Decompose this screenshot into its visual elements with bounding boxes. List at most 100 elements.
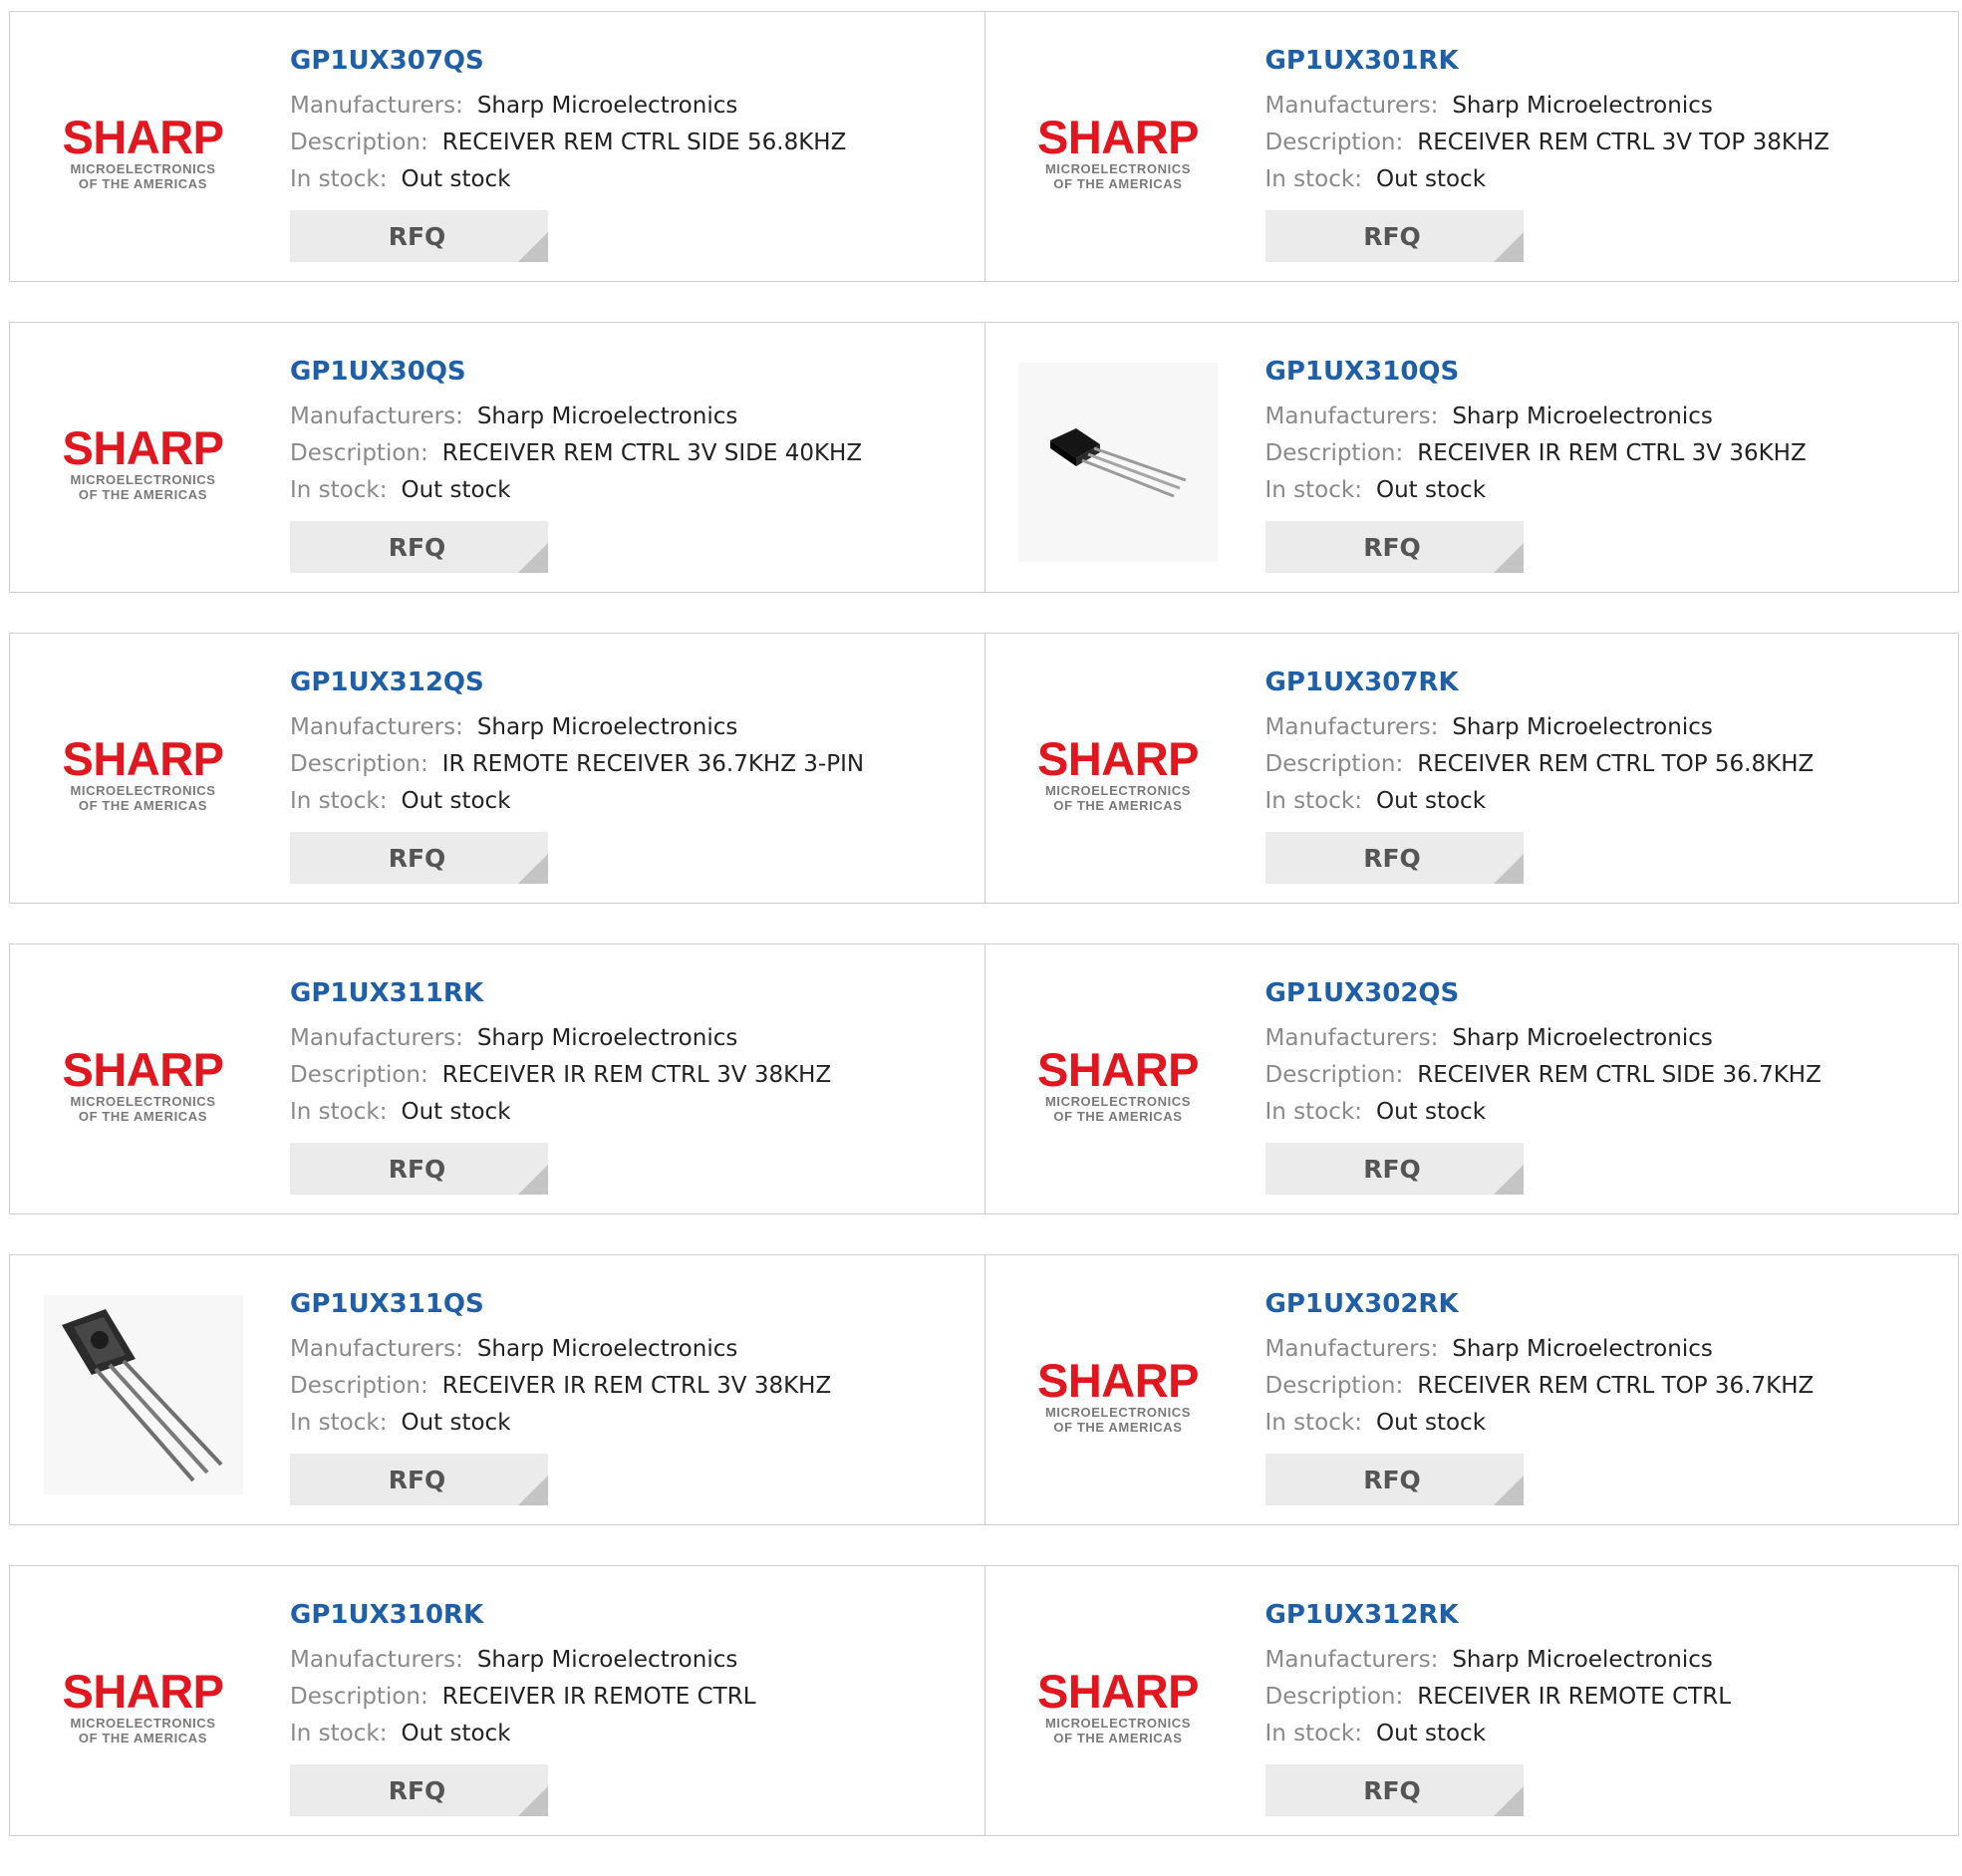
- part-number-link[interactable]: GP1UX310RK: [290, 1598, 975, 1632]
- stock-value: Out stock: [401, 1721, 511, 1746]
- manufacturer-value: Sharp Microelectronics: [476, 1647, 738, 1673]
- logo-subline-2: OF THE AMERICAS: [78, 175, 208, 191]
- part-number-link[interactable]: GP1UX301RK: [1265, 44, 1949, 78]
- stock-label: In stock:: [1264, 477, 1362, 503]
- rfq-button[interactable]: RFQ: [1264, 1764, 1524, 1816]
- manufacturer-label: Manufacturers:: [290, 1025, 463, 1051]
- stock-row: In stock: Out stock: [290, 1405, 975, 1442]
- part-number-link[interactable]: GP1UX311RK: [290, 976, 975, 1010]
- product-row: SHARP MICROELECTRONICS OF THE AMERICAS G…: [9, 322, 1959, 593]
- product-card: SHARP MICROELECTRONICS OF THE AMERICAS G…: [983, 1255, 1959, 1524]
- part-number-link[interactable]: GP1UX30QS: [290, 355, 975, 389]
- rfq-button[interactable]: RFQ: [290, 1454, 548, 1505]
- corner-fold-icon: [1493, 854, 1524, 884]
- description-row: Description: RECEIVER REM CTRL TOP 36.7KH…: [1265, 1368, 1949, 1405]
- product-image[interactable]: SHARP MICROELECTRONICS OF THE AMERICAS: [1015, 673, 1222, 873]
- stock-label: In stock:: [1264, 166, 1362, 192]
- manufacturer-label: Manufacturers:: [290, 714, 463, 740]
- rfq-button[interactable]: RFQ: [1264, 1454, 1524, 1505]
- stock-label: In stock:: [1264, 1721, 1362, 1746]
- corner-fold-icon: [518, 1475, 548, 1505]
- corner-fold-icon: [1493, 1786, 1524, 1816]
- manufacturer-value: Sharp Microelectronics: [1452, 403, 1713, 429]
- sharp-logo: SHARP MICROELECTRONICS OF THE AMERICAS: [1015, 1046, 1222, 1123]
- logo-subline-2: OF THE AMERICAS: [78, 1108, 208, 1124]
- description-value: RECEIVER REM CTRL 3V TOP 38KHZ: [1417, 130, 1829, 155]
- stock-value: Out stock: [1375, 477, 1487, 503]
- product-image[interactable]: SHARP MICROELECTRONICS OF THE AMERICAS: [40, 1606, 246, 1805]
- description-label: Description:: [290, 751, 428, 777]
- logo-subline-1: MICROELECTRONICS: [1044, 782, 1192, 798]
- product-grid: SHARP MICROELECTRONICS OF THE AMERICAS G…: [9, 11, 1959, 1876]
- manufacturer-label: Manufacturers:: [290, 403, 463, 429]
- part-number-link[interactable]: GP1UX302QS: [1265, 976, 1949, 1010]
- logo-subline-1: MICROELECTRONICS: [70, 782, 216, 798]
- stock-row: In stock: Out stock: [290, 1094, 975, 1131]
- product-image[interactable]: [40, 1295, 246, 1494]
- logo-wordmark: SHARP: [1036, 110, 1200, 163]
- rfq-button[interactable]: RFQ: [290, 521, 548, 573]
- logo-subline-1: MICROELECTRONICS: [1044, 1093, 1192, 1109]
- manufacturer-value: Sharp Microelectronics: [476, 714, 738, 740]
- part-number-link[interactable]: GP1UX302RK: [1265, 1287, 1949, 1321]
- manufacturer-row: Manufacturers: Sharp Microelectronics: [290, 1020, 975, 1057]
- rfq-button[interactable]: RFQ: [290, 832, 548, 884]
- manufacturer-row: Manufacturers: Sharp Microelectronics: [1265, 1642, 1949, 1679]
- description-row: Description: RECEIVER REM CTRL TOP 56.8KH…: [1265, 746, 1949, 783]
- description-label: Description:: [290, 1373, 428, 1399]
- sharp-logo: SHARP MICROELECTRONICS OF THE AMERICAS: [1015, 1668, 1222, 1744]
- product-card: SHARP MICROELECTRONICS OF THE AMERICAS G…: [983, 12, 1959, 281]
- product-image[interactable]: [1015, 363, 1222, 562]
- product-image[interactable]: SHARP MICROELECTRONICS OF THE AMERICAS: [40, 52, 246, 251]
- description-value: RECEIVER IR REMOTE CTRL: [1417, 1684, 1732, 1710]
- stock-row: In stock: Out stock: [1265, 161, 1949, 198]
- product-image[interactable]: SHARP MICROELECTRONICS OF THE AMERICAS: [1015, 52, 1222, 251]
- product-image[interactable]: SHARP MICROELECTRONICS OF THE AMERICAS: [40, 984, 246, 1184]
- manufacturer-row: Manufacturers: Sharp Microelectronics: [290, 709, 975, 746]
- rfq-button[interactable]: RFQ: [290, 1764, 548, 1816]
- product-card: SHARP MICROELECTRONICS OF THE AMERICAS G…: [983, 944, 1959, 1213]
- logo-wordmark: SHARP: [62, 110, 224, 163]
- stock-value: Out stock: [1375, 788, 1487, 814]
- part-number-link[interactable]: GP1UX311QS: [290, 1287, 975, 1321]
- rfq-button[interactable]: RFQ: [1264, 521, 1524, 573]
- description-row: Description: RECEIVER IR REMOTE CTRL: [290, 1679, 975, 1716]
- part-number-link[interactable]: GP1UX312QS: [290, 666, 975, 699]
- logo-subline-2: OF THE AMERICAS: [1053, 797, 1183, 813]
- description-value: RECEIVER IR REM CTRL 3V 36KHZ: [1417, 440, 1807, 466]
- description-value: RECEIVER REM CTRL 3V SIDE 40KHZ: [441, 440, 863, 466]
- manufacturer-row: Manufacturers: Sharp Microelectronics: [290, 1642, 975, 1679]
- product-row: SHARP MICROELECTRONICS OF THE AMERICAS G…: [9, 11, 1959, 282]
- product-image[interactable]: SHARP MICROELECTRONICS OF THE AMERICAS: [1015, 1295, 1222, 1494]
- rfq-button[interactable]: RFQ: [1264, 1143, 1524, 1195]
- corner-fold-icon: [518, 1165, 548, 1195]
- logo-subline-2: OF THE AMERICAS: [1053, 1108, 1183, 1124]
- part-number-link[interactable]: GP1UX312RK: [1265, 1598, 1949, 1632]
- manufacturer-value: Sharp Microelectronics: [1452, 1647, 1713, 1673]
- product-info: GP1UX307QS Manufacturers: Sharp Microelec…: [290, 44, 975, 198]
- rfq-button[interactable]: RFQ: [290, 210, 548, 262]
- part-number-link[interactable]: GP1UX307RK: [1265, 666, 1949, 699]
- logo-subline-1: MICROELECTRONICS: [1044, 1404, 1192, 1420]
- sharp-logo: SHARP MICROELECTRONICS OF THE AMERICAS: [40, 1668, 246, 1744]
- product-image[interactable]: SHARP MICROELECTRONICS OF THE AMERICAS: [40, 673, 246, 873]
- ir-receiver-front-photo-icon: [43, 1295, 243, 1494]
- product-image[interactable]: SHARP MICROELECTRONICS OF THE AMERICAS: [1015, 984, 1222, 1184]
- description-row: Description: RECEIVER IR REMOTE CTRL: [1265, 1679, 1949, 1716]
- product-image[interactable]: SHARP MICROELECTRONICS OF THE AMERICAS: [1015, 1606, 1222, 1805]
- manufacturer-value: Sharp Microelectronics: [476, 1336, 738, 1362]
- manufacturer-row: Manufacturers: Sharp Microelectronics: [290, 399, 975, 435]
- part-number-link[interactable]: GP1UX310QS: [1265, 355, 1949, 389]
- part-number-link[interactable]: GP1UX307QS: [290, 44, 975, 78]
- rfq-button[interactable]: RFQ: [1264, 210, 1524, 262]
- rfq-button[interactable]: RFQ: [290, 1143, 548, 1195]
- product-image[interactable]: SHARP MICROELECTRONICS OF THE AMERICAS: [40, 363, 246, 562]
- stock-label: In stock:: [290, 1721, 388, 1746]
- stock-label: In stock:: [290, 1099, 388, 1125]
- rfq-button[interactable]: RFQ: [1264, 832, 1524, 884]
- manufacturer-value: Sharp Microelectronics: [476, 1025, 738, 1051]
- rfq-label: RFQ: [1363, 1465, 1421, 1494]
- description-value: RECEIVER REM CTRL SIDE 36.7KHZ: [1417, 1062, 1822, 1088]
- product-info: GP1UX30QS Manufacturers: Sharp Microelect…: [290, 355, 975, 509]
- product-info: GP1UX311RK Manufacturers: Sharp Microelec…: [290, 976, 975, 1131]
